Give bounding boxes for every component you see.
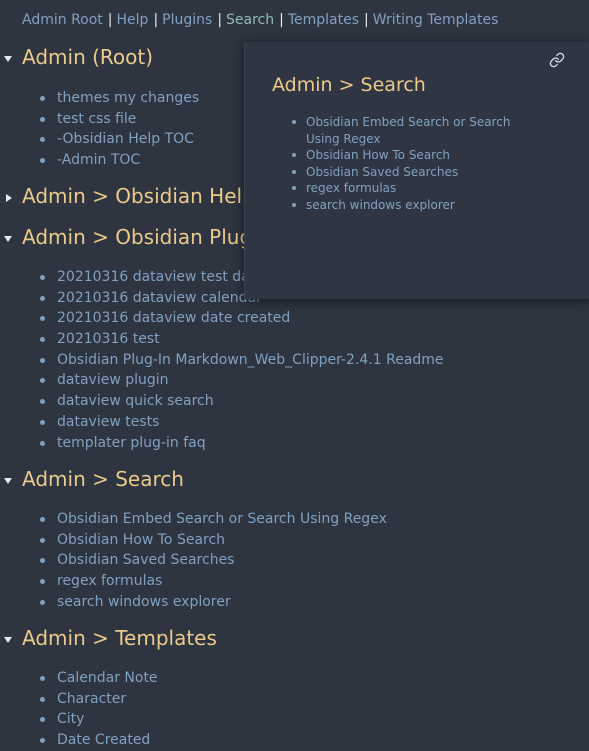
breadcrumb-help[interactable]: Help bbox=[117, 12, 149, 28]
section-title: Admin > Obsidian Help bbox=[22, 184, 255, 208]
breadcrumb-plugins[interactable]: Plugins bbox=[162, 12, 212, 28]
breadcrumb: Admin Root | Help | Plugins | Search | Templates… bbox=[22, 12, 498, 28]
popover-list-item[interactable]: Obsidian How To Search bbox=[245, 147, 545, 164]
section-admin-templates: Admin > Templates Calendar Note Characte… bbox=[0, 626, 589, 751]
popover-note-list: Obsidian Embed Search or Search Using Re… bbox=[245, 114, 545, 214]
list-item[interactable]: dataview quick search bbox=[0, 391, 589, 412]
list-item[interactable]: regex formulas bbox=[0, 571, 589, 592]
section-title: Admin > Obsidian Plug bbox=[22, 225, 253, 249]
list-item[interactable]: 20210316 dataview date created bbox=[0, 308, 589, 329]
breadcrumb-separator: | bbox=[364, 12, 369, 28]
breadcrumb-search[interactable]: Search bbox=[226, 12, 274, 28]
popover-title: Admin > Search bbox=[272, 74, 426, 96]
list-item[interactable]: search windows explorer bbox=[0, 592, 589, 613]
section-title: Admin (Root) bbox=[22, 45, 154, 69]
collapse-caret-icon[interactable] bbox=[4, 236, 12, 242]
collapse-caret-icon[interactable] bbox=[4, 637, 12, 643]
section-title: Admin > Templates bbox=[22, 626, 217, 650]
list-item[interactable]: dataview tests bbox=[0, 412, 589, 433]
list-item[interactable]: Obsidian How To Search bbox=[0, 530, 589, 551]
popover-list-item[interactable]: search windows explorer bbox=[245, 197, 545, 214]
list-item[interactable]: City bbox=[0, 709, 589, 730]
section-admin-search: Admin > Search Obsidian Embed Search or … bbox=[0, 467, 589, 612]
link-icon[interactable] bbox=[549, 52, 565, 72]
breadcrumb-separator: | bbox=[279, 12, 284, 28]
section-heading: Admin > Templates bbox=[0, 626, 589, 657]
list-item[interactable]: Date Created bbox=[0, 730, 589, 751]
breadcrumb-writing-templates[interactable]: Writing Templates bbox=[373, 12, 499, 28]
list-item[interactable]: Calendar Note bbox=[0, 668, 589, 689]
note-list: Calendar Note Character City Date Create… bbox=[0, 668, 589, 751]
list-item[interactable]: Obsidian Plug-In Markdown_Web_Clipper-2.… bbox=[0, 350, 589, 371]
breadcrumb-separator: | bbox=[107, 12, 113, 28]
list-item[interactable]: Character bbox=[0, 689, 589, 710]
list-item[interactable]: templater plug-in faq bbox=[0, 433, 589, 454]
section-title: Admin > Search bbox=[22, 467, 184, 491]
breadcrumb-admin-root[interactable]: Admin Root bbox=[22, 12, 103, 28]
list-item[interactable]: 20210316 test bbox=[0, 329, 589, 350]
popover-list-item[interactable]: Obsidian Saved Searches bbox=[245, 164, 545, 181]
breadcrumb-separator: | bbox=[153, 12, 159, 28]
list-item[interactable]: dataview plugin bbox=[0, 370, 589, 391]
note-list: Obsidian Embed Search or Search Using Re… bbox=[0, 509, 589, 612]
popover-list-item[interactable]: regex formulas bbox=[245, 180, 545, 197]
hover-preview-popover[interactable]: Admin > Search Obsidian Embed Search or … bbox=[244, 42, 589, 299]
list-item[interactable]: Obsidian Embed Search or Search Using Re… bbox=[0, 509, 589, 530]
list-item[interactable]: Obsidian Saved Searches bbox=[0, 550, 589, 571]
collapse-caret-icon[interactable] bbox=[4, 478, 12, 484]
breadcrumb-templates[interactable]: Templates bbox=[288, 12, 359, 28]
popover-list-item[interactable]: Obsidian Embed Search or Search Using Re… bbox=[245, 114, 545, 147]
expand-caret-icon[interactable] bbox=[6, 194, 12, 202]
breadcrumb-separator: | bbox=[217, 12, 223, 28]
collapse-caret-icon[interactable] bbox=[4, 56, 12, 62]
section-heading: Admin > Search bbox=[0, 467, 589, 498]
